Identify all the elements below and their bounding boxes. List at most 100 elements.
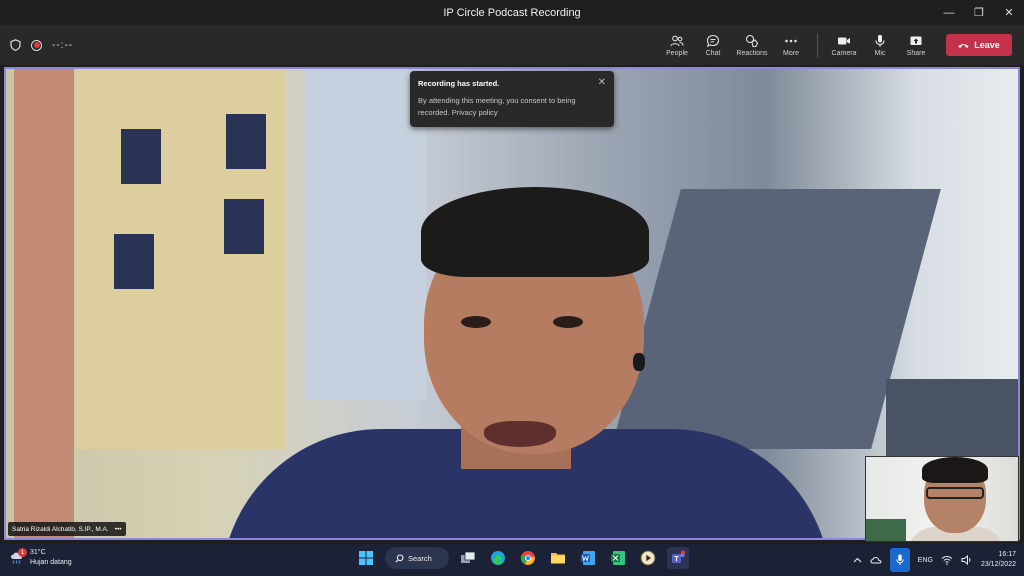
leave-button[interactable]: Leave [946,34,1012,56]
clock-time: 16:17 [998,551,1016,558]
chrome-app[interactable] [517,547,539,569]
edge-browser-icon [491,551,505,565]
window-controls: — ❐ ✕ [934,0,1024,25]
earbud [633,353,645,371]
system-tray: ENG 16:17 23/12/2022 [853,548,1016,572]
reactions-button[interactable]: Reactions [731,25,773,65]
people-label: People [666,49,688,57]
camera-label: Camera [831,49,857,57]
notification-close-icon[interactable]: ✕ [598,77,606,88]
windows-logo-icon [359,551,373,565]
self-view-background [866,519,906,541]
background-pillar [14,69,74,538]
background-window [226,114,266,169]
reactions-icon [745,34,759,47]
window-title: IP Circle Podcast Recording [443,6,581,19]
participant-mouth [484,421,556,447]
weather-alert-badge: 1 [18,548,27,557]
search-label: Search [408,553,432,563]
share-label: Share [906,49,926,57]
toolbar-divider [817,33,818,57]
rain-cloud-icon: 1 [10,548,27,565]
minimize-button[interactable]: — [934,0,964,25]
participant-name-tag: Satria Rizaldi Alchatib, S.IP., M.A. ••• [8,522,126,536]
people-button[interactable]: People [659,25,695,65]
taskbar-clock[interactable]: 16:17 23/12/2022 [981,550,1016,570]
participant-more-icon[interactable]: ••• [115,526,122,533]
share-button[interactable]: Share [898,25,934,65]
reactions-label: Reactions [736,49,768,57]
excel-icon [611,551,625,565]
chevron-up-icon[interactable] [853,557,862,563]
notification-title: Recording has started. [418,79,500,88]
weather-condition: Hujan datang [30,559,72,566]
self-view-hair [922,457,988,483]
chat-label: Chat [705,49,721,57]
microphone-icon [875,34,885,47]
background-building [76,69,286,449]
window-titlebar: IP Circle Podcast Recording — ❐ ✕ [0,0,1024,25]
recording-notification: Recording has started. By attending this… [410,71,614,127]
wifi-icon[interactable] [941,555,953,565]
participant-name: Satria Rizaldi Alchatib, S.IP., M.A. [12,525,109,533]
meeting-toolbar: --:-- People Chat Reactions More Camera … [0,25,1024,65]
close-window-button[interactable]: ✕ [994,0,1024,25]
share-screen-icon [910,36,922,45]
toolbar-left: --:-- [10,25,73,65]
input-language[interactable]: ENG [918,557,933,564]
onedrive-sync-icon[interactable] [870,555,882,565]
clock-date: 23/12/2022 [980,561,1016,568]
recording-indicator-icon [31,39,42,51]
teams-app[interactable] [667,547,689,569]
weather-temperature: 31°C [30,549,46,556]
folder-icon [551,553,565,564]
more-icon [785,39,797,42]
excel-app[interactable] [607,547,629,569]
teams-icon [672,550,685,563]
self-view-glasses [926,487,984,499]
shield-icon[interactable] [10,39,21,51]
participant-eye-right [553,316,583,328]
search-icon [395,553,404,563]
toolbar-right: People Chat Reactions More Camera Mic Sh… [659,25,1012,65]
edge-app[interactable] [487,547,509,569]
notification-body: By attending this meeting, you consent t… [418,96,576,117]
chat-button[interactable]: Chat [695,25,731,65]
mic-in-use-indicator[interactable] [889,548,910,572]
windows-taskbar: 1 31°C Hujan datang Search ENG 16:17 23/… [0,544,1024,576]
background-window [114,234,154,289]
start-button[interactable] [355,547,377,569]
play-icon [640,550,656,566]
speaker-icon[interactable] [961,555,973,565]
taskbar-search[interactable]: Search [385,547,449,569]
taskbar-apps: Search [355,547,689,569]
task-view-icon [461,551,476,563]
background-window [121,129,161,184]
file-explorer-app[interactable] [547,547,569,569]
participant-eye-left [461,316,491,328]
mic-label: Mic [874,49,886,57]
background-window [224,199,264,254]
mic-button[interactable]: Mic [862,25,898,65]
chrome-browser-icon [520,551,535,565]
leave-label: Leave [974,40,1000,50]
task-view-button[interactable] [457,547,479,569]
restore-button[interactable]: ❐ [964,0,994,25]
background-glass-facade [306,69,426,399]
more-label: More [783,49,799,57]
self-view-video[interactable] [865,456,1019,542]
word-icon [581,551,595,565]
camera-icon [838,37,850,44]
chat-icon [706,34,720,47]
meeting-timer: --:-- [52,39,74,51]
participant-hair [421,187,649,277]
weather-text: 31°C Hujan datang [30,548,72,568]
camera-button[interactable]: Camera [826,25,862,65]
people-icon [670,35,684,46]
more-button[interactable]: More [773,25,809,65]
microphone-icon [896,554,904,565]
hang-up-icon [958,43,969,48]
word-app[interactable] [577,547,599,569]
weather-widget[interactable]: 1 31°C Hujan datang [10,548,72,568]
media-player-app[interactable] [637,547,659,569]
